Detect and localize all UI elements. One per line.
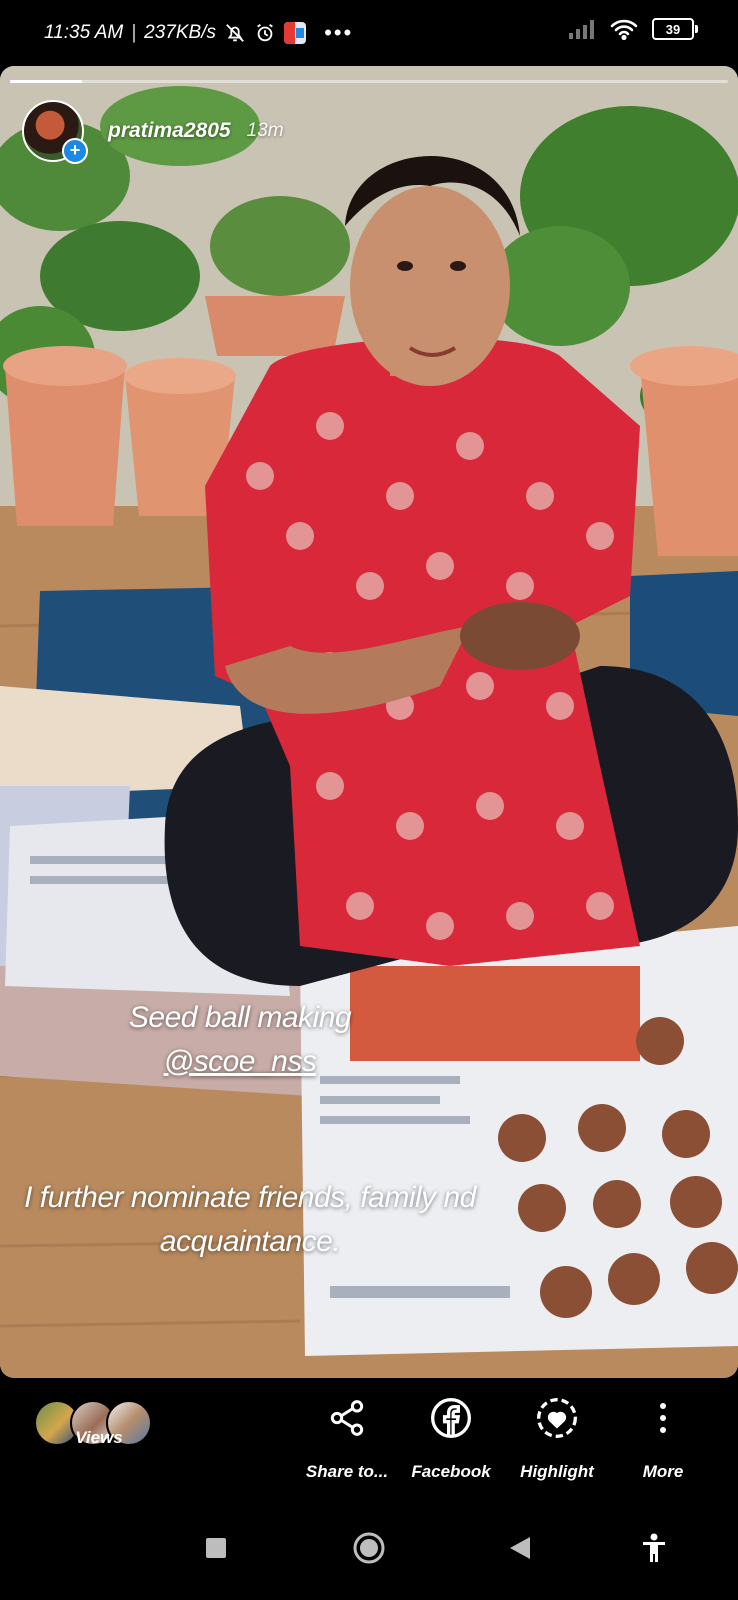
share-button[interactable]: Share to... [292,1378,402,1482]
back-button[interactable] [498,1528,542,1572]
views-label: Views [75,1428,123,1447]
share-icon [327,1398,367,1443]
avatar[interactable]: + [22,100,88,164]
caption-line-3: acquaintance. [159,1225,341,1258]
more-label: More [642,1462,684,1481]
story-username[interactable]: pratima2805 [108,119,231,143]
battery-level: 39 [665,21,681,37]
story-caption-bottom: I further nominate friends, family nd ac… [0,1176,500,1264]
accessibility-icon [641,1533,667,1568]
highlight-button[interactable]: Highlight [502,1378,612,1482]
recent-apps-button[interactable] [194,1528,238,1572]
highlight-label: Highlight [520,1462,594,1481]
story-progress-bar [10,80,728,83]
more-vertical-icon [657,1400,669,1441]
share-label: Share to... [305,1462,389,1481]
add-story-icon[interactable]: + [62,138,88,164]
notifications-off-icon [224,22,246,44]
story-viewer[interactable]: + pratima2805 13m Seed ball making @scoe… [0,66,738,1378]
status-left: 11:35 AM | 237KB/s ••• [44,20,353,46]
story-time-ago: 13m [246,120,284,141]
story-header: + pratima2805 13m [22,100,284,164]
caption-mention[interactable]: @scoe_nss [110,1040,370,1084]
story-action-bar: Views Share to... Facebook Highlight Mor… [0,1378,738,1498]
back-icon [508,1535,532,1566]
story-progress-fill [10,80,82,83]
story-caption-top: Seed ball making @scoe_nss [110,996,370,1084]
status-right: 39 [568,18,698,40]
facebook-label: Facebook [411,1462,491,1481]
recent-apps-icon [205,1537,227,1564]
status-bar: 11:35 AM | 237KB/s ••• 39 [0,0,738,66]
battery-icon: 39 [652,18,698,40]
views-button[interactable]: Views [44,1428,154,1448]
signal-icon [568,19,596,39]
home-icon [352,1531,386,1570]
status-time: 11:35 AM [44,22,124,43]
caption-line-2: I further nominate friends, family nd [24,1181,476,1214]
facebook-button[interactable]: Facebook [396,1378,506,1482]
facebook-icon [429,1396,473,1445]
status-separator: | [131,22,137,43]
caption-line-1: Seed ball making [128,1001,352,1034]
system-nav-bar [0,1500,738,1600]
alarm-icon [254,22,276,44]
accessibility-button[interactable] [632,1528,676,1572]
highlight-icon [535,1396,579,1445]
network-speed: 237KB/s [144,22,216,43]
more-button[interactable]: More [608,1378,718,1482]
home-button[interactable] [347,1528,391,1572]
wifi-icon [610,18,638,40]
app-notification-icon [283,22,306,44]
more-notifications-icon: ••• [323,20,354,45]
